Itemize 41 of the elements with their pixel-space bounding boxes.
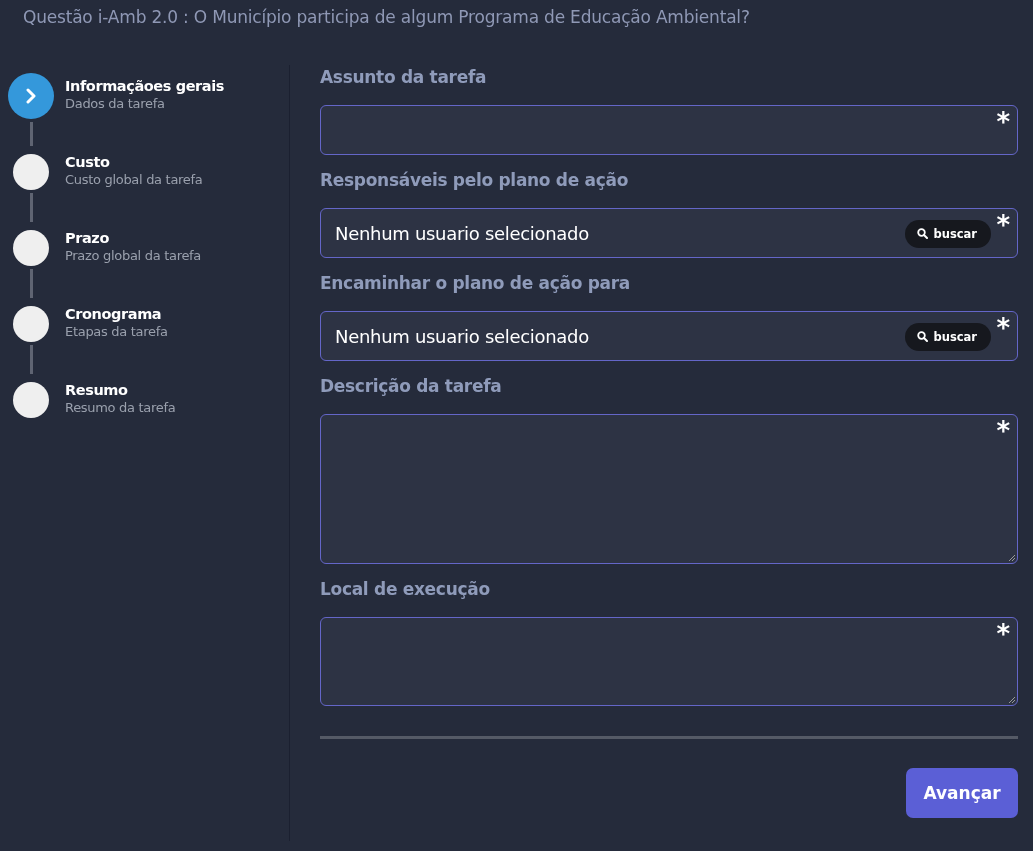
step-subtitle: Etapas da tarefa [65, 324, 168, 339]
field-label: Encaminhar o plano de ação para [320, 273, 631, 295]
search-button[interactable]: buscar [905, 322, 991, 351]
required-mark: * [996, 621, 1010, 647]
user-picker-field[interactable]: Nenhum usuario selecionado buscar * [320, 311, 1018, 361]
textarea-field[interactable]: * [320, 414, 1018, 564]
step-circle[interactable] [8, 73, 54, 119]
step-circle[interactable] [13, 306, 49, 342]
field-label: Descrição da tarefa [320, 376, 503, 398]
next-button[interactable]: Avançar [906, 768, 1018, 818]
field-value: Nenhum usuario selecionado [335, 222, 590, 244]
field-value: Nenhum usuario selecionado [335, 325, 590, 347]
step-subtitle: Prazo global da tarefa [65, 248, 202, 263]
required-mark: * [996, 109, 1010, 135]
field-label: Responsáveis pelo plano de ação [320, 170, 630, 192]
textarea-field[interactable]: * [320, 617, 1018, 706]
field-label: Local de execução [320, 579, 491, 601]
step-circle[interactable] [13, 230, 49, 266]
step-subtitle: Dados da tarefa [65, 96, 166, 111]
required-mark: * [996, 212, 1010, 238]
required-mark: * [996, 315, 1010, 341]
user-picker-field[interactable]: Nenhum usuario selecionado buscar * [320, 208, 1018, 258]
page-title: Questão i-Amb 2.0 : O Município participa de algum Programa de Educação Ambiental? [22, 6, 751, 29]
step-subtitle: Resumo da tarefa [65, 400, 176, 415]
step-circle[interactable] [13, 382, 49, 418]
step-title: Prazo [65, 230, 110, 246]
step-circle[interactable] [13, 154, 49, 190]
field-label: Assunto da tarefa [320, 67, 488, 89]
input-field[interactable]: * [320, 105, 1018, 155]
search-button[interactable]: buscar [905, 219, 991, 248]
resize-grip-icon [1008, 554, 1015, 561]
step-title: Custo [65, 154, 111, 170]
search-icon [917, 331, 929, 342]
step-title: Informaçãoes gerais [65, 78, 225, 94]
resize-grip-icon [1008, 696, 1015, 703]
chevron-right-icon [25, 88, 37, 104]
search-icon [917, 228, 929, 239]
step-title: Resumo [65, 382, 129, 398]
required-mark: * [996, 418, 1010, 444]
step-title: Cronograma [65, 306, 163, 322]
step-subtitle: Custo global da tarefa [65, 172, 203, 187]
